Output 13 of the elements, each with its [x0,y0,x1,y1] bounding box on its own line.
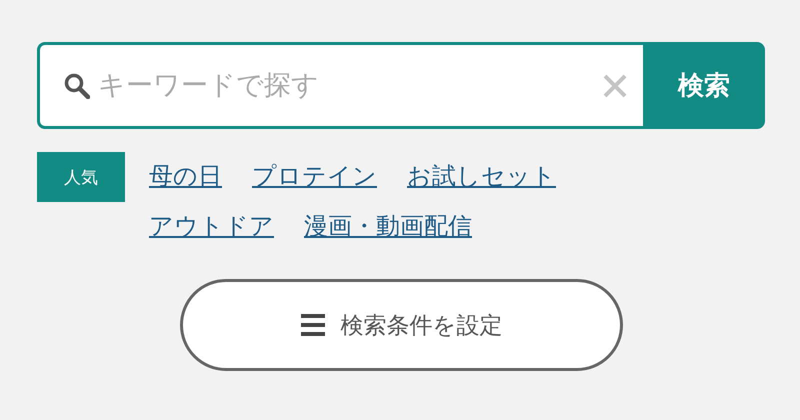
popular-label: 人気 [37,152,125,202]
close-icon[interactable] [603,74,627,98]
search-conditions-button[interactable]: 検索条件を設定 [180,279,623,371]
keyword-link[interactable]: アウトドア [149,207,274,245]
keyword-link[interactable]: 漫画・動画配信 [304,207,472,245]
keyword-link[interactable]: お試しセット [407,157,556,195]
keyword-link[interactable]: 母の日 [149,157,222,195]
search-icon [64,72,90,98]
search-field[interactable]: キーワードで探す [37,42,643,129]
menu-icon [300,314,324,336]
search-button[interactable]: 検索 [643,42,765,129]
search-input[interactable]: キーワードで探す [96,69,587,102]
keyword-link[interactable]: プロテイン [252,157,377,195]
